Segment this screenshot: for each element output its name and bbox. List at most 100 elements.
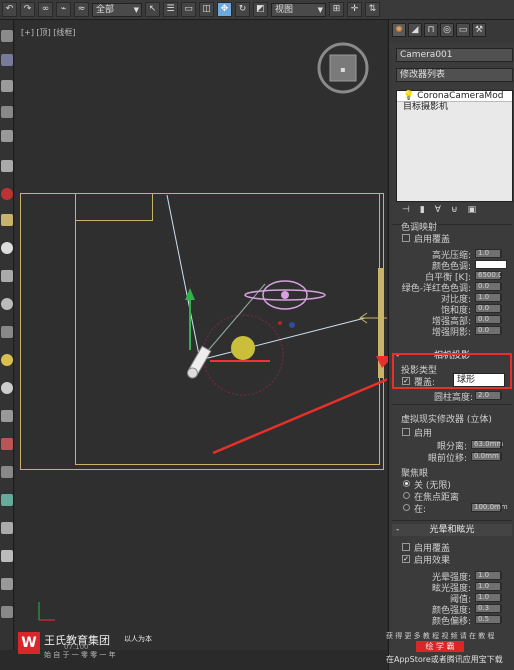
tool-icon[interactable] [1, 410, 13, 422]
modifier-stack[interactable]: 💡 CoronaCameraMod 目标摄影机 [396, 90, 513, 202]
stack-item-label: CoronaCameraMod [417, 91, 504, 101]
object-name-field[interactable]: Camera001 [396, 48, 513, 62]
param-spinner[interactable]: 1.0 [475, 571, 502, 580]
stack-item-label: 目标摄影机 [403, 102, 449, 112]
tool-icon[interactable] [1, 106, 13, 118]
tool-icon[interactable] [1, 270, 13, 282]
eye-offset-spinner[interactable]: 0.0mm [471, 452, 502, 461]
utilities-tab-icon[interactable]: ⚒ [472, 23, 486, 37]
tool-icon[interactable] [1, 326, 13, 338]
param-spinner[interactable]: 0.3 [475, 604, 502, 613]
chevron-down-icon: ▼ [133, 5, 139, 14]
param-spinner[interactable]: 0.0 [475, 326, 502, 335]
scale-icon[interactable]: ◩ [253, 2, 268, 17]
hierarchy-tab-icon[interactable]: ⊓ [424, 23, 438, 37]
annotation-highlight-box [392, 353, 512, 389]
make-unique-icon[interactable]: ∀ [435, 205, 441, 221]
tool-icon[interactable] [1, 494, 13, 506]
reference-coord-select[interactable]: 视图 ▼ [271, 2, 326, 17]
collapse-icon: - [396, 525, 400, 535]
modifier-list-select[interactable]: 修改器列表 [396, 68, 513, 82]
link-icon[interactable]: ∞ [38, 2, 53, 17]
tool-icon[interactable] [1, 578, 13, 590]
brand-sub: 以人为本 [124, 635, 152, 643]
pin-stack-icon[interactable]: ⊣ [402, 205, 410, 221]
window-crossing-icon[interactable]: ◫ [199, 2, 214, 17]
motion-tab-icon[interactable]: ◎ [440, 23, 454, 37]
remove-modifier-icon[interactable]: ⊌ [451, 205, 458, 221]
tool-icon[interactable] [1, 522, 13, 534]
param-spinner[interactable]: 0.0 [475, 304, 502, 313]
configure-sets-icon[interactable]: ▣ [468, 205, 477, 221]
chevron-down-icon: ▼ [317, 5, 323, 14]
param-spinner[interactable]: 1.0 [475, 249, 502, 258]
param-spinner[interactable]: 1.0 [475, 582, 502, 591]
tool-icon[interactable] [1, 550, 13, 562]
bloom-effect-checkbox[interactable]: ✓ [402, 555, 410, 563]
top-viewport[interactable]: [+] [顶] [线框] ▪ [15, 20, 387, 650]
eye-offset-label: 眼前位移: [427, 454, 467, 464]
stack-buttons: ⊣ ▮ ∀ ⊌ ▣ [396, 205, 513, 221]
selection-filter-select[interactable]: 全部 ▼ [92, 2, 142, 17]
tool-icon[interactable] [1, 354, 13, 366]
tool-icon[interactable] [1, 160, 13, 172]
move-icon[interactable]: ✥ [217, 2, 232, 17]
tool-icon[interactable] [1, 130, 13, 142]
bloom-effect-label: 启用效果 [414, 556, 451, 566]
stack-item-corona[interactable]: 💡 CoronaCameraMod [397, 91, 512, 102]
param-spinner[interactable]: 0.0 [475, 315, 502, 324]
tool-icon[interactable] [1, 242, 13, 254]
tool-icon[interactable] [1, 54, 13, 66]
cyl-height-label: 圆柱高度: [433, 393, 473, 403]
tool-icon[interactable] [1, 80, 13, 92]
param-spinner[interactable]: 6500.0 [475, 271, 503, 280]
vr-enable-checkbox[interactable] [402, 428, 410, 436]
bind-space-warp-icon[interactable]: ≈ [74, 2, 89, 17]
rect-select-icon[interactable]: ▭ [181, 2, 196, 17]
unlink-icon[interactable]: ⌁ [56, 2, 71, 17]
watermark-badge: 绘 学 霸 [416, 641, 464, 652]
convergence-at-radio[interactable] [403, 504, 410, 511]
convergence-at-spinner[interactable]: 100.0mm [471, 503, 508, 512]
param-spinner[interactable]: 0.0 [475, 282, 502, 291]
move-active-icon[interactable]: ⇅ [365, 2, 380, 17]
tool-icon[interactable] [1, 30, 13, 42]
color-tint-swatch[interactable] [475, 260, 507, 269]
tool-icon[interactable] [1, 382, 13, 394]
modify-tab-icon[interactable]: ◢ [408, 23, 422, 37]
eye-sep-spinner[interactable]: 63.0mm [471, 440, 503, 449]
redo-icon[interactable]: ↷ [20, 2, 35, 17]
camera-target[interactable] [231, 336, 255, 360]
param-label: 增强阴影: [431, 328, 471, 338]
pivot-icon[interactable]: ⊞ [329, 2, 344, 17]
brand-logo: W [18, 632, 40, 654]
undo-icon[interactable]: ↶ [2, 2, 17, 17]
convergence-off-radio[interactable] [403, 480, 410, 487]
convergence-focus-radio[interactable] [403, 492, 410, 499]
bloom-override-checkbox[interactable] [402, 543, 410, 551]
show-end-result-icon[interactable]: ▮ [420, 205, 425, 221]
create-tab-icon[interactable]: ✺ [392, 23, 406, 37]
select-icon[interactable]: ↖ [145, 2, 160, 17]
cyl-height-spinner[interactable]: 2.0 [475, 391, 502, 400]
param-spinner[interactable]: 0.5 [475, 615, 502, 624]
tone-override-checkbox[interactable] [402, 234, 410, 242]
left-tool-strip [0, 20, 14, 650]
snap-icon[interactable]: ✛ [347, 2, 362, 17]
select-by-name-icon[interactable]: ☰ [163, 2, 178, 17]
vr-enable-label: 启用 [414, 429, 433, 439]
tool-icon[interactable] [1, 188, 13, 200]
display-tab-icon[interactable]: ▭ [456, 23, 470, 37]
param-spinner[interactable]: 1.0 [475, 593, 502, 602]
stack-item-camera[interactable]: 目标摄影机 [397, 102, 512, 113]
tool-icon[interactable] [1, 438, 13, 450]
tool-icon[interactable] [1, 298, 13, 310]
rotate-icon[interactable]: ↻ [235, 2, 250, 17]
tool-icon[interactable] [1, 214, 13, 226]
vr-title: 虚拟现实修改器 (立体) [401, 415, 492, 425]
tool-icon[interactable] [1, 606, 13, 618]
command-panel: ✺ ◢ ⊓ ◎ ▭ ⚒ Camera001 修改器列表 💡 CoronaCame… [388, 20, 514, 670]
tool-icon[interactable] [1, 466, 13, 478]
bloom-section-header[interactable]: - 光晕和眩光 [392, 524, 512, 536]
param-spinner[interactable]: 1.0 [475, 293, 502, 302]
